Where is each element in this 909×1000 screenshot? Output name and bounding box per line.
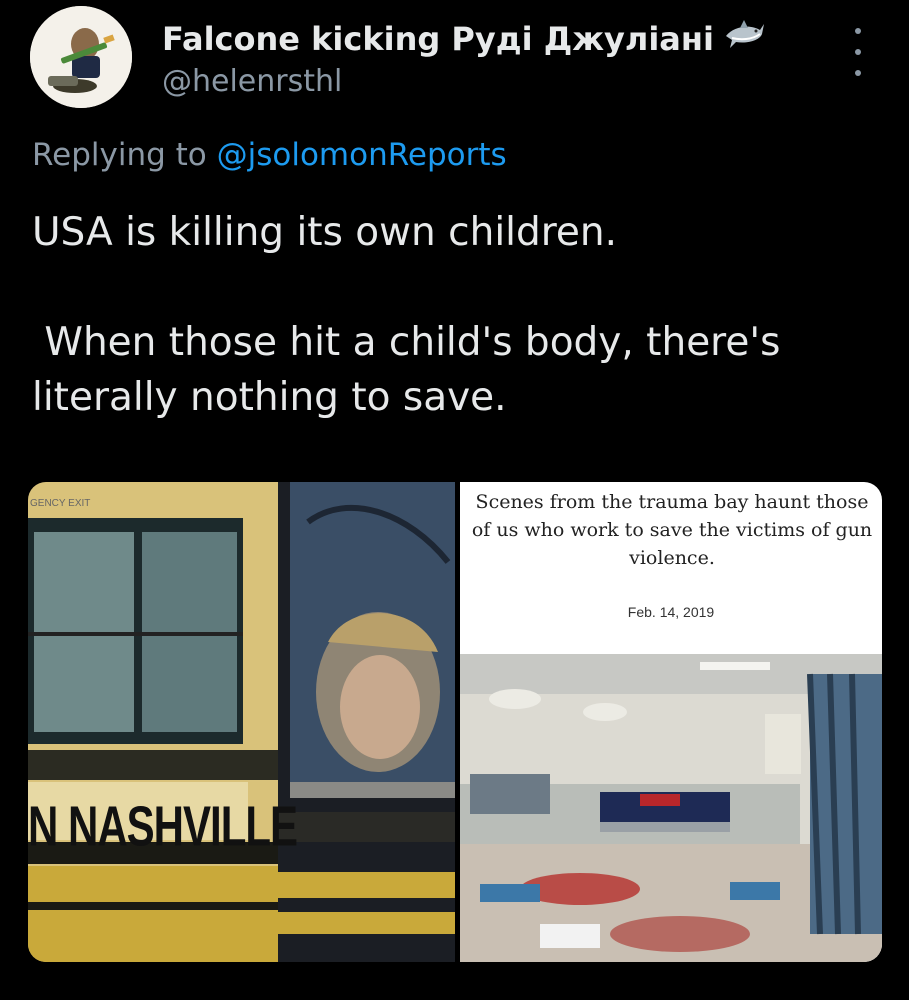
replying-to-label: Replying to: [32, 137, 217, 173]
display-name[interactable]: Falcone kicking Руді Джуліані: [162, 18, 766, 60]
media-photo-bus[interactable]: GENCY EXIT N NASHVILLE: [28, 482, 455, 962]
avatar-image: [30, 6, 132, 108]
bus-photo: [28, 482, 455, 962]
article-caption: Scenes from the trauma bay haunt those o…: [471, 491, 873, 569]
shark-icon: [724, 18, 766, 60]
media-photo-trauma-bay[interactable]: Scenes from the trauma bay haunt those o…: [460, 482, 882, 962]
more-dot: [855, 70, 861, 76]
bus-nashville-label: N NASHVILLE: [28, 794, 298, 858]
replying-to: Replying to @jsolomonReports: [32, 137, 507, 173]
avatar[interactable]: [30, 6, 132, 108]
article-date: Feb. 14, 2019: [627, 604, 715, 620]
display-name-text: Falcone kicking Руді Джуліані: [162, 20, 714, 58]
more-options-icon[interactable]: [848, 28, 868, 76]
more-dot: [855, 49, 861, 55]
media-grid[interactable]: GENCY EXIT N NASHVILLE Scenes from the t…: [28, 482, 882, 962]
author-handle[interactable]: @helenrsthl: [162, 64, 342, 99]
more-dot: [855, 28, 861, 34]
replying-to-mention[interactable]: @jsolomonReports: [217, 137, 507, 173]
trauma-bay-photo: [460, 654, 882, 962]
emergency-exit-label: GENCY EXIT: [30, 498, 91, 509]
tweet-text: USA is killing its own children. When th…: [32, 210, 781, 420]
